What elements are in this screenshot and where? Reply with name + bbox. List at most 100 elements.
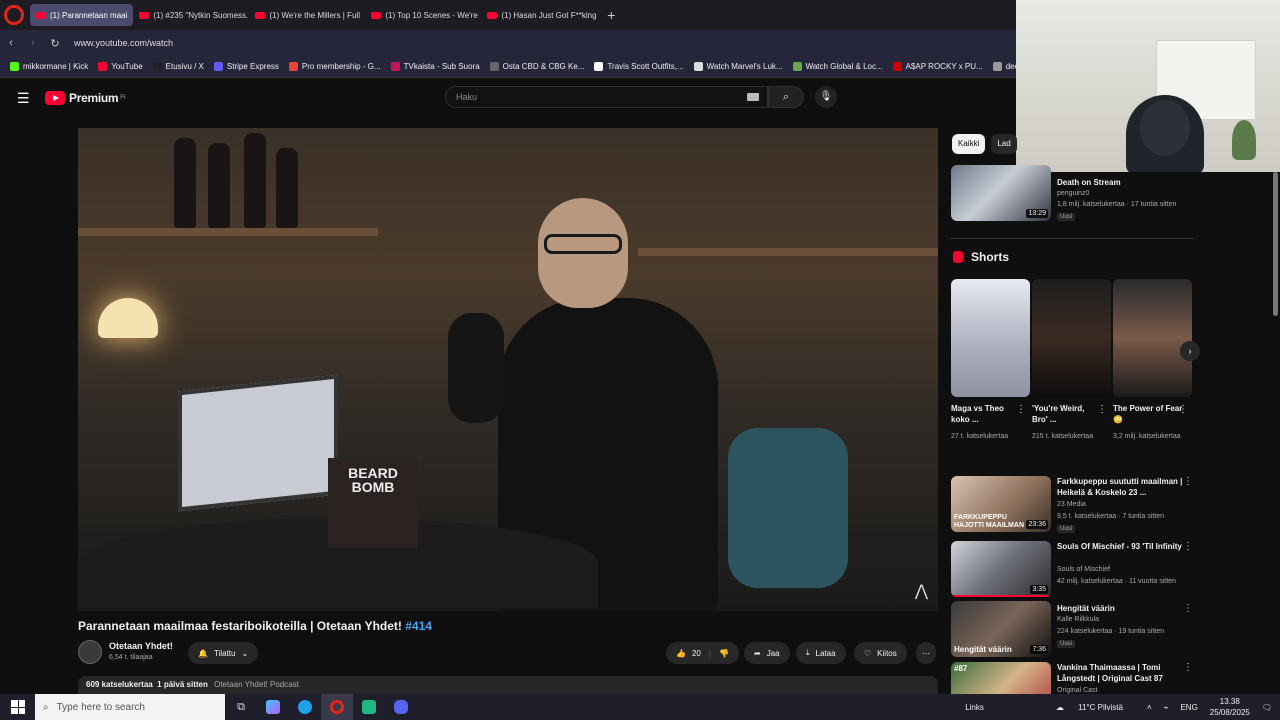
video-thumbnail[interactable]: Hengität väärin 7:36 [951,601,1051,657]
channel-watermark-icon[interactable]: ⋀ [915,581,928,601]
taskbar-search-input[interactable]: ⌕ Type here to search [35,694,225,720]
task-view-icon[interactable]: ⧉ [225,694,257,720]
channel-name[interactable]: Otetaan Yhdet! [109,641,173,651]
keyboard-icon[interactable] [747,93,759,101]
more-vert-icon[interactable]: ⋮ [1097,404,1107,415]
more-vert-icon[interactable]: ⋮ [1183,541,1193,552]
chip-all[interactable]: Kaikki [952,134,986,154]
bookmark-item[interactable]: Pro membership - G... [288,62,381,71]
more-vert-icon[interactable]: ⋮ [1178,404,1188,415]
bookmark-item[interactable]: A$AP ROCKY x PU... [892,62,983,71]
subscriber-count: 6,54 t. tilaajaa [109,654,153,661]
tray-chevron-up-icon[interactable]: ˄ [1147,703,1152,712]
download-icon: ⤓ [806,648,810,657]
bookmark-favicon-icon [390,62,400,71]
browser-tab[interactable]: (1) Top 10 Scenes - We're [365,4,481,26]
video-thumbnail[interactable]: 13:29 [951,165,1051,221]
more-vert-icon[interactable]: ⋮ [1183,662,1193,673]
network-icon[interactable]: ⌁ [1164,703,1169,712]
recommended-video[interactable]: FARKKUPEPPU HAJOTTI MAAILMAN 23:36 Farkku… [951,476,1201,533]
shelf [638,248,938,256]
opera-logo-icon[interactable] [4,5,24,25]
video-player[interactable]: BEARD BOMB ⋀ [78,128,938,611]
description-box[interactable]: 609 katselukertaa 1 päivä sitten Otetaan… [78,676,938,696]
more-actions-button[interactable]: ⋯ [916,642,936,664]
bookmark-item[interactable]: YouTube [98,62,143,71]
youtube-premium-logo[interactable]: Premium FI [45,91,126,105]
short-title[interactable]: 'You're Weird, Bro' ... [1032,403,1102,425]
language-indicator[interactable]: ENG [1180,703,1197,712]
forward-arrow-icon[interactable]: › [22,37,44,49]
bookmark-item[interactable]: TVkaista - Sub Suora [390,62,480,71]
recommended-video[interactable]: 13:29 Death on Stream penguinz0 1,8 milj… [951,165,1201,221]
more-vert-icon[interactable]: ⋮ [1016,404,1026,415]
url-field[interactable]: www.youtube.com/watch [74,38,173,48]
recommended-video[interactable]: 3:35 Souls Of Mischief - 93 'Til Infinit… [951,541,1201,597]
thanks-button[interactable]: ♡ Kiitos [854,642,907,664]
youtube-favicon-icon [371,11,382,19]
youtube-favicon-icon [255,11,266,19]
more-vert-icon[interactable]: ⋮ [1183,603,1193,614]
hashtag-link[interactable]: #414 [405,619,432,633]
bookmark-item[interactable]: Stripe Express [213,62,279,71]
voice-search-mic-icon[interactable]: 🎙 [815,86,837,108]
notifications-icon[interactable]: 🗨 [1262,703,1272,712]
bookmark-item[interactable]: Osta CBD & CBG Ke... [489,62,584,71]
bookmark-favicon-icon [98,62,108,71]
reload-icon[interactable]: ↻ [44,37,66,50]
bookmark-item[interactable]: deceived [992,62,1016,71]
like-dislike-button[interactable]: 👍 20 | 👎 [666,642,739,664]
short-thumbnail[interactable] [951,279,1030,397]
browser-tab[interactable]: (1) We're the Millers | Full [249,4,365,26]
menu-hamburger-icon[interactable]: ☰ [17,90,35,107]
owner-row: Otetaan Yhdet! 6,54 t. tilaajaa 🔔 Tilattu… [78,640,938,666]
browser-tab[interactable]: (1) #235 "Nytkin Suomess... [133,4,249,26]
short-thumbnail[interactable] [1032,279,1111,397]
bookmark-favicon-icon [892,62,902,71]
short-title[interactable]: The Power of Fear 😳 [1113,403,1183,425]
chip-uploads[interactable]: Lad [991,134,1017,154]
share-button[interactable]: ➦ Jaa [744,642,790,664]
browser-tab[interactable]: (1) Hasan Just Got F**king [481,4,597,26]
discord-icon[interactable] [385,694,417,720]
more-vert-icon[interactable]: ⋮ [1183,476,1193,487]
video-thumbnail[interactable]: #87 [951,662,1051,694]
podcast-microphone [448,313,504,423]
clock[interactable]: 13.38 25/08/2025 [1210,696,1250,718]
thumbs-down-icon[interactable]: 👎 [719,649,729,658]
subscribe-button[interactable]: 🔔 Tilattu ⌄ [188,642,259,664]
video-thumbnail[interactable]: 3:35 [951,541,1051,597]
edge-browser-icon[interactable] [289,694,321,720]
youtube-favicon-icon [487,11,498,19]
youtube-favicon-icon [139,11,150,19]
shorts-next-chevron-icon[interactable]: › [1180,341,1200,361]
bookmark-item[interactable]: Watch Global & Loc... [792,62,883,71]
bookmark-item[interactable]: Watch Marvel's Luk... [693,62,783,71]
short-thumbnail[interactable] [1113,279,1192,397]
page-scrollbar[interactable] [1273,172,1278,316]
recommended-video[interactable]: #87 Vankina Thaimaassa | Tomi Långstedt … [951,662,1201,694]
back-arrow-icon[interactable]: ‹ [0,37,22,49]
opera-browser-icon[interactable] [321,694,353,720]
channel-avatar[interactable] [78,640,102,664]
weather-widget[interactable]: ☁ 11°C Pilvistä [1056,703,1135,712]
download-button[interactable]: ⤓ Lataa [796,642,846,664]
search-button[interactable]: ⌕ [768,86,804,108]
bookmark-item[interactable]: Etusivu / X [152,62,204,71]
thumbs-up-icon[interactable]: 👍 [676,649,686,658]
bookmark-item[interactable]: Travis Scott Outfits,... [594,62,684,71]
links-toolbar[interactable]: Links [965,703,984,712]
short-title[interactable]: Maga vs Theo koko ... [951,403,1021,425]
bookmark-item[interactable]: mikkormane | Kick [10,62,88,71]
video-thumbnail[interactable]: FARKKUPEPPU HAJOTTI MAAILMAN 23:36 [951,476,1051,532]
windows-start-icon[interactable] [11,700,25,714]
search-input[interactable]: Haku [445,86,768,108]
bookmark-favicon-icon [693,62,703,71]
copilot-icon[interactable] [257,694,289,720]
browser-tab[interactable]: (1) Parannetaan maai [30,4,134,26]
new-tab-plus-icon[interactable]: + [603,7,619,23]
shorts-header: Shorts [953,250,1009,264]
app-icon[interactable] [353,694,385,720]
recommended-video[interactable]: Hengität väärin 7:36 Hengität väärin Kall… [951,601,1201,657]
video-title: Parannetaan maailmaa festariboikoteilla … [78,619,432,633]
